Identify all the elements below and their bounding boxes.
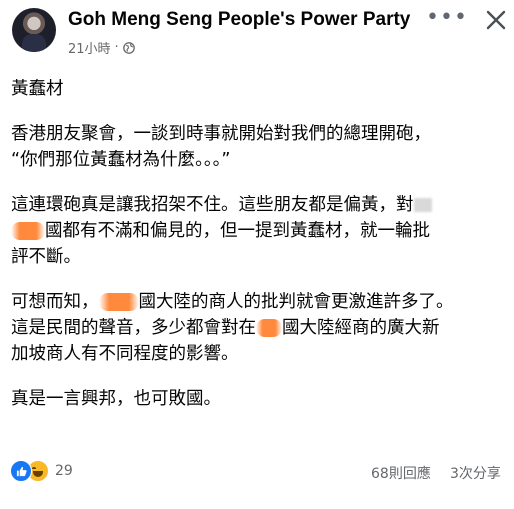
- post-text-line: 評不斷。: [11, 247, 81, 267]
- redaction-mark: [256, 319, 282, 337]
- more-options-icon[interactable]: •••: [426, 7, 467, 32]
- post-text: 黃蠢材 香港朋友聚會，一談到時事就開始對我們的總理開砲， “你們那位黃蠢材為什麼…: [11, 76, 506, 431]
- redaction-mark: [11, 222, 45, 240]
- meta-separator: ·: [114, 40, 119, 55]
- post-text-line: 國大陸的商人的批判就會更激進許多了。: [138, 292, 454, 312]
- post-meta: 21小時 ·: [68, 38, 135, 57]
- redaction-mark: [98, 293, 139, 311]
- post-header: Goh Meng Seng People's Power Party 21小時 …: [0, 0, 514, 60]
- avatar[interactable]: [12, 8, 56, 52]
- post-text-line: 可想而知，: [11, 292, 99, 312]
- page-name[interactable]: Goh Meng Seng People's Power Party: [68, 9, 410, 31]
- comments-link[interactable]: 68則回應: [371, 463, 431, 483]
- post-text-line: 這連環砲真是讓我招架不住。這些朋友都是偏黃，對: [11, 195, 414, 215]
- shares-link[interactable]: 3次分享: [450, 463, 501, 483]
- redaction-mark: [413, 198, 432, 212]
- post-paragraph: 黃蠢材: [11, 76, 506, 102]
- post-text-line: “你們那位黃蠢材為什麼。。。”: [11, 150, 231, 170]
- reaction-count: 29: [55, 463, 73, 479]
- post-text-line: 黃蠢材: [11, 79, 64, 99]
- post-footer: 29 68則回應 3次分享: [0, 458, 514, 488]
- post-paragraph: 可想而知， 國大陸的商人的批判就會更激進許多了。 這是民間的聲音，多少都會對在 國大…: [11, 289, 506, 367]
- post-paragraph: 真是一言興邦，也可敗國。: [11, 386, 506, 412]
- post-text-line: 加坡商人有不同程度的影響。: [11, 344, 239, 364]
- like-icon: [10, 460, 32, 482]
- post-text-line: 國都有不滿和偏見的，但一提到黃蠢材，就一輪批: [45, 221, 430, 241]
- post-text-line: 真是一言興邦，也可敗國。: [11, 389, 221, 409]
- post-text-line: 國大陸經商的廣大新: [282, 318, 440, 338]
- globe-icon: [122, 41, 135, 54]
- post-text-line: 香港朋友聚會，一談到時事就開始對我們的總理開砲，: [11, 124, 431, 144]
- post-paragraph: 這連環砲真是讓我招架不住。這些朋友都是偏黃，對 國都有不滿和偏見的，但一提到黃蠢…: [11, 192, 506, 270]
- post-paragraph: 香港朋友聚會，一談到時事就開始對我們的總理開砲， “你們那位黃蠢材為什麼。。。”: [11, 121, 506, 173]
- reactions-summary[interactable]: 29: [10, 460, 73, 482]
- post-time[interactable]: 21小時: [68, 38, 111, 57]
- close-icon[interactable]: [482, 6, 510, 34]
- post-text-line: 這是民間的聲音，多少都會對在: [11, 318, 256, 338]
